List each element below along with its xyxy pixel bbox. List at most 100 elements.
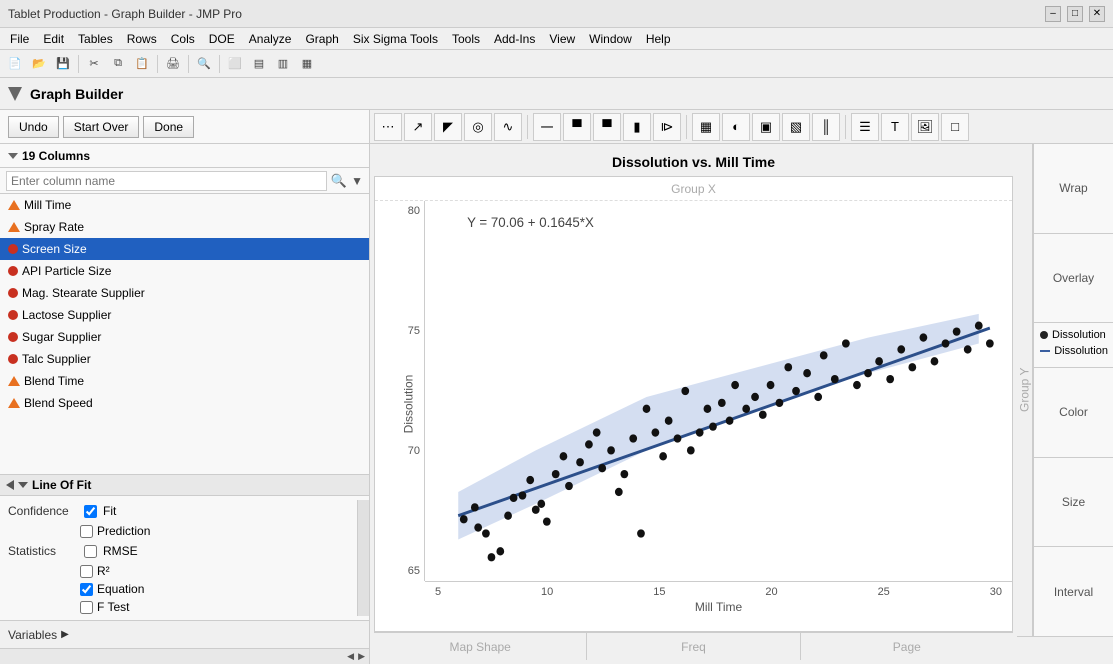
data-point [886,375,894,383]
parallel-tool[interactable]: ║ [812,113,840,141]
graph-tool-extra[interactable]: □ [941,113,969,141]
search-tool-button[interactable]: 🔍 [193,53,215,75]
menu-edit[interactable]: Edit [37,30,70,48]
col-item-mag-stearate[interactable]: Mag. Stearate Supplier [0,282,369,304]
done-button[interactable]: Done [143,116,194,138]
histogram-tool[interactable]: ▀ [593,113,621,141]
group-y-zone[interactable]: Group Y [1017,144,1033,636]
search-icon-button[interactable]: 🔍 [331,173,347,189]
graph-tool-sep-2 [686,115,687,139]
menu-tables[interactable]: Tables [72,30,119,48]
overlay-label[interactable]: Overlay [1034,234,1113,324]
map-tool[interactable]: ▦ [692,113,720,141]
col-label-screen-size: Screen Size [22,242,87,256]
new-button[interactable]: 📄 [4,53,26,75]
variables-row[interactable]: Variables ▶ [0,620,369,648]
pie-tool[interactable]: ◐ [722,113,750,141]
column-search-input[interactable] [6,171,327,191]
select-button[interactable]: ⬜ [224,53,246,75]
wrap-label[interactable]: Wrap [1034,144,1113,234]
col-item-talc[interactable]: Talc Supplier [0,348,369,370]
ftest-label: F Test [97,600,129,614]
col-item-mill-time[interactable]: Mill Time [0,194,369,216]
menu-analyze[interactable]: Analyze [243,30,298,48]
box-plot-tool[interactable]: ▮ [623,113,651,141]
prediction-checkbox[interactable] [80,525,93,538]
line-tool[interactable]: ↗ [404,113,432,141]
rmse-checkbox[interactable] [84,545,97,558]
image-tool[interactable]: 🖼 [911,113,939,141]
ftest-checkbox[interactable] [80,601,93,614]
cut-button[interactable]: ✂ [83,53,105,75]
lof-confidence-row: Confidence Fit [0,500,357,522]
col-item-sugar[interactable]: Sugar Supplier [0,326,369,348]
contour-tool[interactable]: ◎ [464,113,492,141]
open-button[interactable]: 📂 [28,53,50,75]
maximize-button[interactable]: □ [1067,6,1083,22]
scroll-right-icon[interactable]: ▶ [356,651,367,662]
data-point [585,440,593,448]
minimize-button[interactable]: – [1045,6,1061,22]
map-shape-zone[interactable]: Map Shape [374,633,587,660]
bar-chart-tool[interactable]: ▀ [563,113,591,141]
data-point [674,434,682,442]
r2-checkbox[interactable] [80,565,93,578]
scroll-left-icon[interactable]: ◀ [345,651,356,662]
print-button[interactable]: 🖨 [162,53,184,75]
window-controls: – □ ✕ [1045,6,1105,22]
fit-checkbox[interactable] [84,505,97,518]
menu-doe[interactable]: DOE [203,30,241,48]
size-label[interactable]: Size [1034,458,1113,548]
menu-graph[interactable]: Graph [299,30,344,48]
menu-file[interactable]: File [4,30,35,48]
line-chart-tool[interactable]: ⼀ [533,113,561,141]
undo-button[interactable]: Undo [8,116,59,138]
data-point [629,434,637,442]
area-tool[interactable]: ◤ [434,113,462,141]
close-button[interactable]: ✕ [1089,6,1105,22]
interval-label[interactable]: Interval [1034,547,1113,636]
equation-checkbox[interactable] [80,583,93,596]
violin-tool[interactable]: ⧐ [653,113,681,141]
copy-button[interactable]: ⧉ [107,53,129,75]
brush-button[interactable]: ▤ [248,53,270,75]
col-item-blend-time[interactable]: Blend Time [0,370,369,392]
columns-collapse-icon[interactable] [8,153,18,159]
menu-tools[interactable]: Tools [446,30,486,48]
menu-sixsigma[interactable]: Six Sigma Tools [347,30,444,48]
summary-tool[interactable]: ☰ [851,113,879,141]
data-point [496,547,504,555]
lasso-button[interactable]: ▥ [272,53,294,75]
zoom-button[interactable]: ▦ [296,53,318,75]
col-item-blend-speed[interactable]: Blend Speed [0,392,369,414]
menu-rows[interactable]: Rows [121,30,163,48]
menu-view[interactable]: View [543,30,581,48]
menu-addins[interactable]: Add-Ins [488,30,541,48]
y-axis-area: 80 75 70 65 [375,201,425,581]
lof-header[interactable]: Line Of Fit [0,475,369,496]
start-over-button[interactable]: Start Over [63,116,140,138]
group-x-zone[interactable]: Group X [375,177,1012,201]
col-item-api-particle[interactable]: API Particle Size [0,260,369,282]
smooth-tool[interactable]: ∿ [494,113,522,141]
paste-button[interactable]: 📋 [131,53,153,75]
save-button[interactable]: 💾 [52,53,74,75]
col-item-spray-rate[interactable]: Spray Rate [0,216,369,238]
col-item-lactose[interactable]: Lactose Supplier [0,304,369,326]
column-sort-dropdown[interactable]: ▼ [351,174,363,188]
menu-help[interactable]: Help [640,30,677,48]
heat-map-tool[interactable]: ▧ [782,113,810,141]
treemap-tool[interactable]: ▣ [752,113,780,141]
col-item-screen-size[interactable]: Screen Size [0,238,369,260]
menu-window[interactable]: Window [583,30,638,48]
freq-zone[interactable]: Freq [587,633,800,660]
page-zone[interactable]: Page [801,633,1013,660]
toolbar-sep-1 [78,55,79,73]
text-tool[interactable]: T [881,113,909,141]
color-label[interactable]: Color [1034,368,1113,458]
lof-prediction-row: Prediction [0,522,357,540]
menu-cols[interactable]: Cols [165,30,201,48]
scatter-tool[interactable]: ⋯ [374,113,402,141]
gb-collapse-icon[interactable] [8,87,22,101]
lof-panel-scrollbar[interactable] [357,500,369,616]
